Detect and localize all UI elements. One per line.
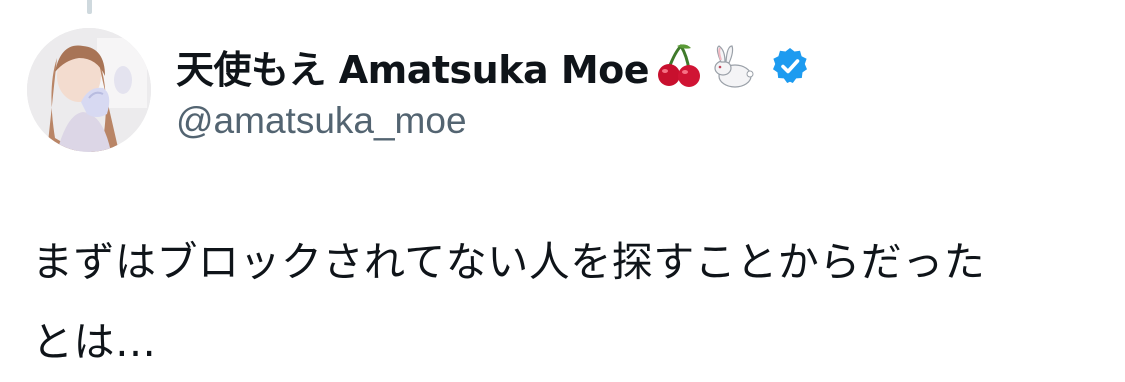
rabbit-icon xyxy=(709,42,757,90)
author-handle[interactable]: @amatsuka_moe xyxy=(176,100,1076,142)
tweet-text-line: とは… xyxy=(32,318,157,366)
verified-badge-icon[interactable] xyxy=(769,45,811,87)
tweet-text: まずはブロックされてない人を探すことからだった とは… xyxy=(32,222,1092,382)
avatar[interactable] xyxy=(27,28,151,152)
tweet-header: 天使もえ Amatsuka Moe @amatsuka_moe xyxy=(176,38,1076,148)
author-display-name[interactable]: 天使もえ Amatsuka Moe xyxy=(176,39,650,94)
tweet-text-line: まずはブロックされてない人を探すことからだった xyxy=(32,238,986,286)
avatar-image xyxy=(27,28,151,152)
cherries-icon xyxy=(655,42,703,90)
author-name-row: 天使もえ Amatsuka Moe xyxy=(176,38,1076,94)
thread-connector-line xyxy=(87,0,92,14)
